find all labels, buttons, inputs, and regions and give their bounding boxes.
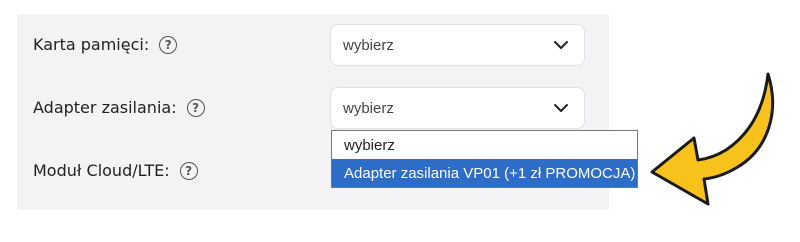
help-icon[interactable]: ?	[186, 98, 205, 117]
power-adapter-select[interactable]: wybierz	[330, 87, 585, 129]
dropdown-option[interactable]: wybierz	[332, 131, 637, 159]
memory-card-select-value: wybierz	[343, 36, 394, 54]
help-icon[interactable]: ?	[179, 161, 198, 180]
cloud-lte-label-row: Moduł Cloud/LTE: ?	[33, 161, 198, 180]
pointer-arrow	[650, 72, 775, 206]
power-adapter-label: Adapter zasilania:	[33, 98, 177, 117]
power-adapter-dropdown-list: wybierz Adapter zasilania VP01 (+1 zł PR…	[331, 130, 638, 188]
power-adapter-label-row: Adapter zasilania: ?	[33, 98, 205, 117]
memory-card-select[interactable]: wybierz	[330, 24, 585, 66]
cloud-lte-label: Moduł Cloud/LTE:	[33, 161, 170, 180]
power-adapter-select-value: wybierz	[343, 99, 394, 117]
memory-card-label-row: Karta pamięci: ?	[33, 35, 178, 54]
chevron-down-icon	[554, 41, 568, 49]
dropdown-option-highlighted[interactable]: Adapter zasilania VP01 (+1 zł PROMOCJA)	[332, 159, 637, 187]
chevron-down-icon	[554, 104, 568, 112]
help-icon[interactable]: ?	[159, 35, 178, 54]
memory-card-label: Karta pamięci:	[33, 35, 150, 54]
